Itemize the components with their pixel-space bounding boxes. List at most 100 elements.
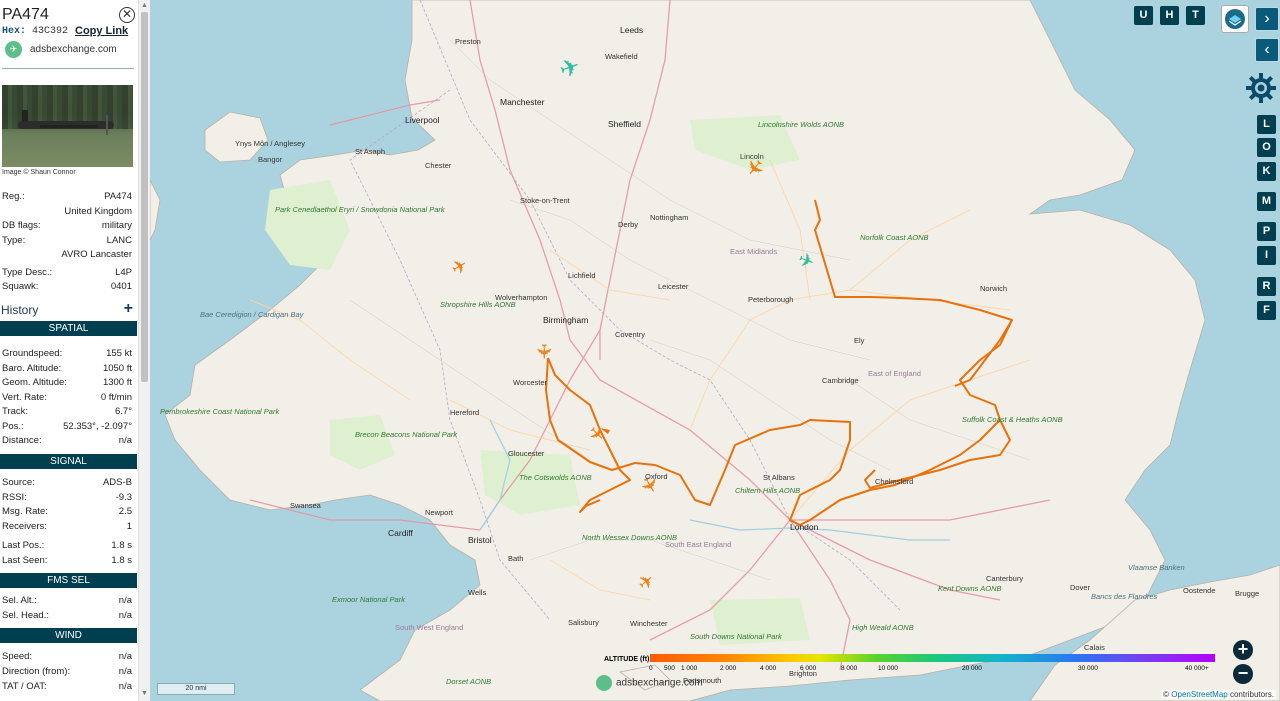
map-side-button[interactable]: I: [1257, 246, 1276, 265]
history-toggle[interactable]: History +: [0, 300, 137, 319]
map-place-label: Birmingham: [543, 315, 589, 325]
altitude-tick-label: 4 000: [760, 665, 777, 672]
map-side-button[interactable]: M: [1257, 192, 1276, 211]
info-row: Baro. Altitude: 1050 ft: [2, 363, 132, 377]
info-row-value: ADS-B: [102, 477, 132, 488]
info-row-label: Speed:: [2, 651, 33, 662]
image-credit: Image © Shaun Connor: [2, 169, 76, 176]
info-row: Squawk: 0401: [2, 281, 132, 295]
info-row-value: 52.353°, -2.097°: [63, 420, 132, 432]
info-row-value: 1: [126, 520, 132, 532]
info-row-label: Sel. Alt.:: [2, 595, 37, 606]
info-row-label: Baro. Altitude:: [2, 362, 62, 374]
info-row-value: L4P: [115, 266, 132, 278]
openstreetmap-link[interactable]: OpenStreetMap: [1171, 690, 1227, 699]
map-place-label: Derby: [618, 220, 639, 229]
info-row: United Kingdom: [2, 206, 132, 220]
map-side-button[interactable]: F: [1257, 301, 1276, 320]
map-place-label: Worcester: [513, 378, 548, 387]
altitude-tick-label: 1 000: [681, 665, 698, 672]
aircraft-info-panel: PA474 ✕ Hex: 43C392 Copy Link ✈ adsbexch…: [0, 0, 151, 701]
close-icon[interactable]: ✕: [119, 7, 135, 23]
info-row: Sel. Alt.: n/a: [2, 595, 132, 609]
altitude-tick-label: 10 000: [878, 665, 898, 672]
map-place-label: Bangor: [258, 155, 283, 164]
panel-scroll-area[interactable]: PA474 ✕ Hex: 43C392 Copy Link ✈ adsbexch…: [0, 0, 138, 701]
info-row: Groundspeed: 155 kt: [2, 348, 132, 362]
gear-icon[interactable]: [1245, 72, 1277, 104]
map-side-button[interactable]: P: [1257, 222, 1276, 241]
map-place-label: Stoke-on-Trent: [520, 196, 570, 205]
map-place-label: Coventry: [615, 330, 646, 339]
scroll-down-icon[interactable]: ▼: [141, 690, 148, 698]
info-row-value: 155 kt: [106, 348, 132, 359]
map-place-label: Lincoln: [740, 152, 764, 161]
copy-link-button[interactable]: Copy Link: [75, 25, 128, 37]
info-row: Type Desc.: L4P: [2, 267, 132, 281]
map-side-button[interactable]: K: [1257, 162, 1276, 181]
zoom-out-button[interactable]: −: [1233, 664, 1253, 684]
info-row-label: Type Desc.:: [2, 266, 53, 278]
scrollbar-thumb[interactable]: [141, 12, 148, 382]
info-row-label: Source:: [2, 477, 35, 488]
map-button-u[interactable]: U: [1134, 6, 1153, 25]
hex-label: Hex:: [2, 26, 27, 37]
info-row-label: Msg. Rate:: [2, 506, 48, 517]
map-place-label: Bae Ceredigion / Cardigan Bay: [200, 310, 304, 319]
map-side-button[interactable]: L: [1257, 115, 1276, 134]
map-place-label: Leeds: [620, 25, 644, 35]
info-row-label: Last Pos.:: [2, 540, 45, 551]
info-row-label: Sel. Head.:: [2, 610, 49, 621]
info-row-value: 0401: [110, 281, 132, 292]
layers-button[interactable]: [1221, 5, 1249, 33]
map-place-label: Hereford: [450, 408, 480, 417]
adsbexchange-watermark-icon: [596, 675, 612, 691]
map-place-label: Liverpool: [405, 115, 440, 125]
info-row: Direction (from): n/a: [2, 666, 132, 680]
info-row-value: 0 ft/min: [100, 391, 132, 403]
attribution-suffix: contributors.: [1227, 690, 1274, 699]
info-row-value: 6.7°: [114, 406, 132, 417]
map-place-label: The Cotswolds AONB: [519, 473, 592, 482]
map-side-button[interactable]: R: [1257, 277, 1276, 296]
info-row-value: -9.3: [115, 491, 132, 503]
info-row-value: United Kingdom: [64, 205, 132, 217]
info-row-label: Geom. Altitude:: [2, 377, 67, 388]
info-row: Type: LANC: [2, 235, 132, 249]
map-place-label: Norfolk Coast AONB: [860, 233, 929, 242]
panel-scrollbar[interactable]: ▲ ▼: [138, 0, 150, 701]
chevron-right-icon[interactable]: ›: [1255, 7, 1279, 31]
map-view[interactable]: ✈ ✈ ✈ ✈ ✈ ✈ ✈ ✈ Leeds Preston Wakefield Man…: [150, 0, 1280, 701]
info-row-label: Reg.:: [2, 191, 25, 202]
map-place-label: London: [790, 522, 819, 532]
altitude-tick-label: 8 000: [841, 665, 858, 672]
info-row: Msg. Rate: 2.5: [2, 506, 132, 520]
altitude-tick-label: 30 000: [1078, 665, 1098, 672]
map-place-label: Park Cenedlaethol Eryri / Snowdonia Nati…: [275, 205, 445, 214]
map-side-button[interactable]: O: [1257, 138, 1276, 157]
info-row-label: Direction (from):: [2, 666, 71, 677]
zoom-in-button[interactable]: +: [1233, 640, 1253, 660]
site-link[interactable]: adsbexchange.com: [30, 44, 117, 55]
map-place-label: Lichfield: [568, 271, 596, 280]
altitude-tick-label: 20 000: [962, 665, 982, 672]
chevron-left-icon[interactable]: ‹: [1255, 38, 1279, 62]
info-row: Track: 6.7°: [2, 406, 132, 420]
map-place-label: Oostende: [1183, 586, 1216, 595]
section-fms-sel: FMS SEL: [0, 573, 137, 588]
altitude-tick-label: 0: [649, 665, 653, 672]
info-row-label: Groundspeed:: [2, 348, 63, 359]
map-place-label: Ynys Môn / Anglesey: [235, 139, 306, 148]
scroll-up-icon[interactable]: ▲: [141, 2, 148, 10]
plus-icon[interactable]: +: [124, 300, 133, 318]
aircraft-photo[interactable]: [2, 85, 133, 167]
aircraft-marker-selected[interactable]: ✈: [531, 343, 556, 360]
map-button-t[interactable]: T: [1186, 6, 1205, 25]
map-watermark: adsbexchange.com: [596, 675, 703, 691]
info-row-label: Distance:: [2, 435, 42, 446]
map-button-h[interactable]: H: [1160, 6, 1179, 25]
info-row: Source: ADS-B: [2, 477, 132, 491]
map-place-label: East of England: [868, 369, 921, 378]
adsbexchange-logo-icon: ✈: [5, 41, 22, 58]
map-place-label: Salisbury: [568, 618, 599, 627]
